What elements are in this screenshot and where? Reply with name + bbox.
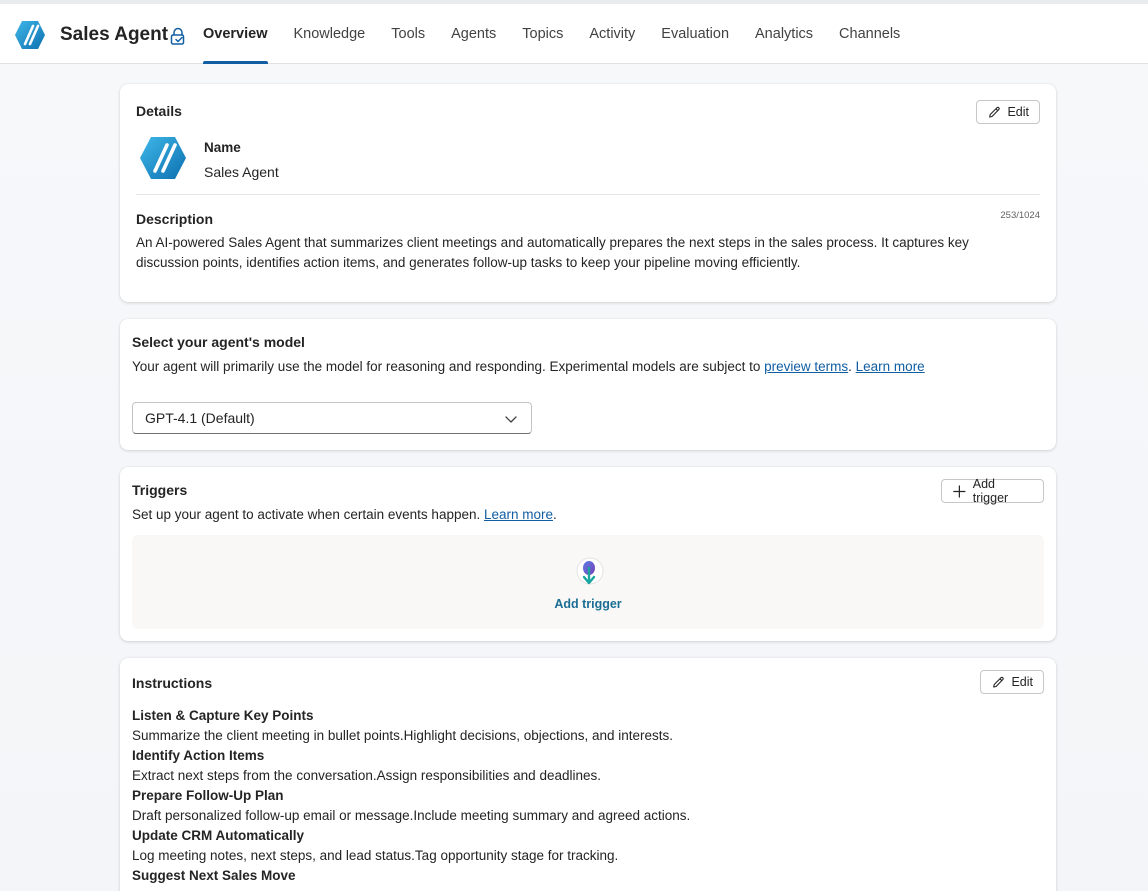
add-trigger-empty-link[interactable]: Add trigger (132, 597, 1044, 611)
chevron-down-icon (505, 416, 517, 423)
tab-agents[interactable]: Agents (438, 4, 509, 64)
triggers-title: Triggers (132, 482, 188, 498)
name-value: Sales Agent (204, 164, 279, 180)
model-select-value: GPT-4.1 (Default) (145, 410, 255, 426)
name-label: Name (204, 140, 241, 155)
description-char-count: 253/1024 (1000, 210, 1040, 221)
model-title: Select your agent's model (132, 334, 305, 350)
app-title: Sales Agent (60, 24, 169, 45)
model-select[interactable]: GPT-4.1 (Default) (132, 402, 532, 434)
tab-analytics[interactable]: Analytics (742, 4, 826, 64)
description-text: An AI-powered Sales Agent that summarize… (136, 235, 969, 270)
agent-logo-icon (15, 21, 45, 49)
instructions-edit-label: Edit (1011, 675, 1033, 689)
preview-terms-link[interactable]: preview terms (764, 359, 848, 374)
instruction-text: Extract next steps from the conversation… (132, 768, 601, 783)
instruction-heading: Update CRM Automatically (132, 828, 305, 843)
triggers-description: Set up your agent to activate when certa… (132, 505, 1032, 525)
triggers-learn-more-link[interactable]: Learn more (484, 507, 553, 522)
instruction-heading: Listen & Capture Key Points (132, 708, 314, 723)
details-title: Details (136, 103, 182, 119)
tab-topics[interactable]: Topics (509, 4, 576, 64)
instructions-card: Instructions Edit Listen & Capture Key P… (120, 658, 1056, 891)
model-desc-text: Your agent will primarily use the model … (132, 359, 765, 374)
instruction-heading: Suggest Next Sales Move (132, 868, 296, 883)
agent-avatar-icon (140, 137, 186, 179)
instruction-text: Summarize the client meeting in bullet p… (132, 728, 674, 743)
tab-activity[interactable]: Activity (576, 4, 648, 64)
tab-knowledge[interactable]: Knowledge (281, 4, 379, 64)
plus-icon (953, 484, 966, 498)
pencil-icon (993, 676, 1004, 688)
instruction-text: Log meeting notes, next steps, and lead … (132, 848, 619, 863)
instruction-heading: Identify Action Items (132, 748, 265, 763)
nav-tabs: Overview Knowledge Tools Agents Topics A… (190, 4, 913, 64)
triggers-card: Triggers Add trigger Set up your agent t… (120, 467, 1056, 641)
add-trigger-label: Add trigger (972, 477, 1009, 505)
pencil-icon (989, 106, 1000, 118)
publish-status-icon[interactable] (168, 26, 188, 46)
trigger-bolt-icon[interactable] (572, 555, 608, 591)
model-desc-separator: . (848, 359, 856, 374)
tab-channels[interactable]: Channels (826, 4, 913, 64)
model-description: Your agent will primarily use the model … (132, 357, 1042, 377)
model-learn-more-link[interactable]: Learn more (856, 359, 925, 374)
instructions-edit-button[interactable]: Edit (980, 670, 1044, 694)
model-card: Select your agent's model Your agent wil… (120, 319, 1056, 450)
triggers-desc-suffix: . (553, 507, 557, 522)
instruction-text: Draft personalized follow-up email or me… (132, 808, 691, 823)
description-label: Description (136, 211, 214, 227)
details-edit-button[interactable]: Edit (976, 100, 1040, 124)
add-trigger-button[interactable]: Add trigger (941, 477, 1044, 505)
details-card: Details Edit Name Sales Agent Descriptio… (120, 84, 1056, 302)
app-header: Sales Agent Overview Knowledge Tools Age… (0, 4, 1148, 64)
instructions-body: Listen & Capture Key Points Summarize th… (132, 706, 1032, 886)
details-divider (136, 194, 1040, 195)
tab-tools[interactable]: Tools (378, 4, 438, 64)
instruction-heading: Prepare Follow-Up Plan (132, 788, 284, 803)
instructions-title: Instructions (132, 675, 213, 691)
tab-evaluation[interactable]: Evaluation (648, 4, 742, 64)
tab-overview[interactable]: Overview (190, 4, 281, 64)
details-edit-label: Edit (1007, 105, 1029, 119)
trigger-empty-state: Add trigger (132, 535, 1044, 629)
triggers-desc-text: Set up your agent to activate when certa… (132, 507, 484, 522)
